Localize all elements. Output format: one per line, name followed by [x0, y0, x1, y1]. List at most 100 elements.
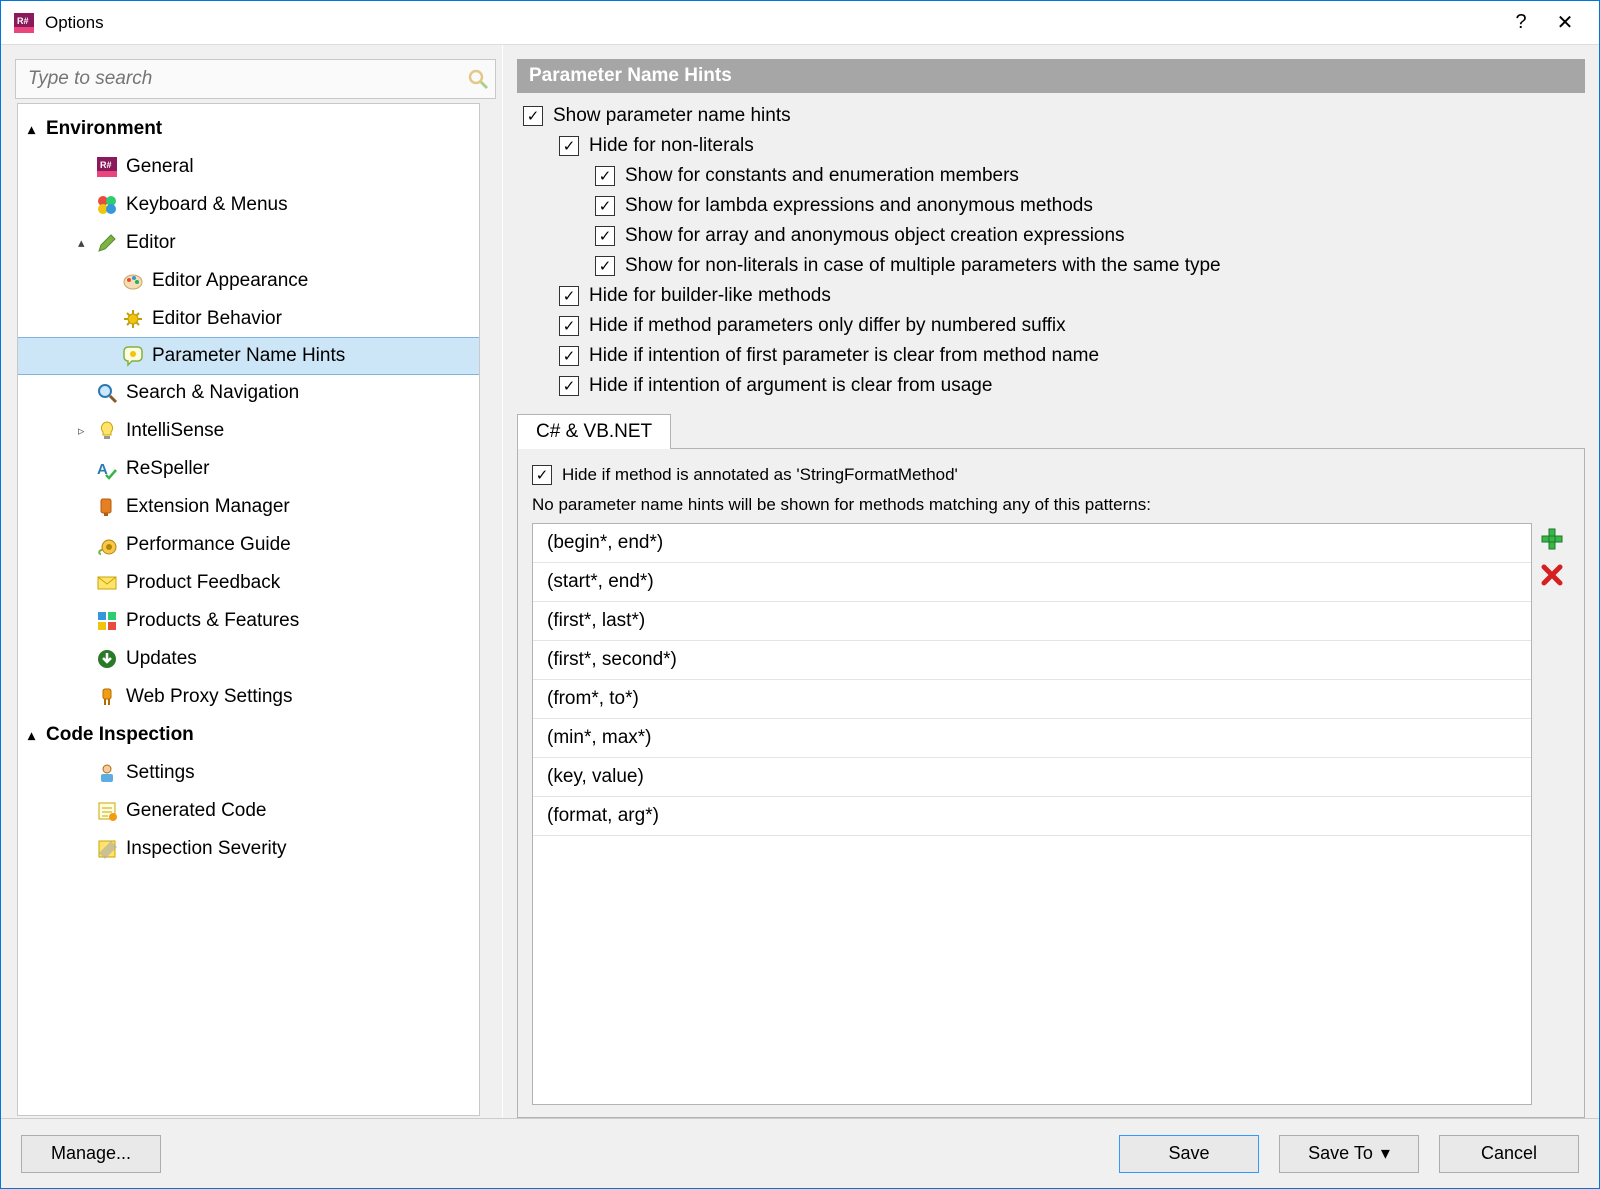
spell-icon: A	[96, 458, 118, 480]
checkbox-label: Hide if method parameters only differ by…	[589, 315, 1066, 337]
tree-item[interactable]: Updates	[18, 640, 479, 678]
tree-item-label: Updates	[126, 648, 197, 670]
expand-arrow-icon: ▴	[28, 121, 46, 138]
tree-item[interactable]: Editor Appearance	[18, 262, 479, 300]
remove-pattern-button[interactable]	[1540, 563, 1564, 587]
tree-item[interactable]: Generated Code	[18, 792, 479, 830]
tree-item-label: Environment	[46, 118, 162, 140]
tree-item-label: Inspection Severity	[126, 838, 287, 860]
pattern-row[interactable]: (format, arg*)	[533, 797, 1531, 836]
checkbox-option[interactable]: ✓ Show for constants and enumeration memb…	[595, 161, 1579, 191]
checkbox-option[interactable]: ✓Hide for non-literals	[559, 131, 1579, 161]
pattern-row[interactable]: (min*, max*)	[533, 719, 1531, 758]
tree-item-label: Product Feedback	[126, 572, 280, 594]
tab-strip: C# & VB.NET	[517, 413, 1585, 448]
add-pattern-button[interactable]	[1540, 527, 1564, 551]
tree-item[interactable]: Performance Guide	[18, 526, 479, 564]
pattern-row[interactable]: (first*, second*)	[533, 641, 1531, 680]
checkbox-icon: ✓	[595, 166, 615, 186]
tree-item[interactable]: A ReSpeller	[18, 450, 479, 488]
bulb-icon	[96, 420, 118, 442]
checkbox-icon: ✓	[559, 136, 579, 156]
patterns-list[interactable]: (begin*, end*)(start*, end*)(first*, las…	[532, 523, 1532, 1105]
checkbox-label: Show for non-literals in case of multipl…	[625, 255, 1221, 277]
window-title: Options	[45, 13, 104, 33]
search-box[interactable]	[15, 59, 496, 99]
checkbox-option[interactable]: ✓ Show for non-literals in case of multip…	[595, 251, 1579, 281]
checkbox-label: Show for array and anonymous object crea…	[625, 225, 1125, 247]
pattern-row[interactable]: (key, value)	[533, 758, 1531, 797]
tree-item[interactable]: Products & Features	[18, 602, 479, 640]
pattern-row[interactable]: (first*, last*)	[533, 602, 1531, 641]
page-title: Parameter Name Hints	[517, 59, 1585, 93]
options-tree[interactable]: ▴EnvironmentR#GeneralKeyboard & Menus▴Ed…	[17, 103, 480, 1116]
checkbox-label: Show for lambda expressions and anonymou…	[625, 195, 1093, 217]
checkbox-label: Show parameter name hints	[553, 105, 791, 127]
tree-item[interactable]: ▹IntelliSense	[18, 412, 479, 450]
save-button[interactable]: Save	[1119, 1135, 1259, 1173]
checkbox-option[interactable]: ✓ Hide for builder-like methods	[559, 281, 1579, 311]
tree-item-label: General	[126, 156, 194, 178]
tree-item-label: ReSpeller	[126, 458, 209, 480]
severity-icon	[96, 838, 118, 860]
checkbox-option[interactable]: ✓ Show for array and anonymous object cre…	[595, 221, 1579, 251]
close-button[interactable]: ✕	[1543, 1, 1587, 45]
pattern-row[interactable]: (start*, end*)	[533, 563, 1531, 602]
gear-icon	[122, 308, 144, 330]
checkbox-icon: ✓	[595, 226, 615, 246]
tree-item[interactable]: Editor Behavior	[18, 300, 479, 338]
patterns-intro: No parameter name hints will be shown fo…	[532, 495, 1570, 515]
tree-item[interactable]: Search & Navigation	[18, 374, 479, 412]
help-button[interactable]: ?	[1499, 1, 1543, 45]
expand-arrow-icon: ▴	[78, 235, 96, 251]
checkbox-icon: ✓	[532, 465, 552, 485]
tab-csharp-vbnet[interactable]: C# & VB.NET	[517, 414, 671, 449]
checkbox-option[interactable]: ✓ Hide if method parameters only differ b…	[559, 311, 1579, 341]
down-icon	[96, 648, 118, 670]
tree-item[interactable]: Extension Manager	[18, 488, 479, 526]
tree-item-label: IntelliSense	[126, 420, 224, 442]
grid-icon	[96, 610, 118, 632]
checkbox-icon: ✓	[595, 256, 615, 276]
tree-item-label: Search & Navigation	[126, 382, 299, 404]
checkbox-label: Hide for builder-like methods	[589, 285, 831, 307]
checkbox-option[interactable]: ✓Show parameter name hints	[523, 101, 1579, 131]
tree-item[interactable]: Settings	[18, 754, 479, 792]
checkbox-option[interactable]: ✓Hide if intention of argument is clear …	[559, 371, 1579, 401]
magnifier-icon	[96, 382, 118, 404]
cancel-button[interactable]: Cancel	[1439, 1135, 1579, 1173]
tree-item-label: Parameter Name Hints	[152, 345, 345, 367]
checkbox-option[interactable]: ✓Hide if intention of first parameter is…	[559, 341, 1579, 371]
snail-icon	[96, 534, 118, 556]
tree-item[interactable]: Product Feedback	[18, 564, 479, 602]
keyboard-icon	[96, 194, 118, 216]
pencil-icon	[96, 232, 118, 254]
tree-item[interactable]: ▴Code Inspection	[18, 716, 479, 754]
tree-item[interactable]: Inspection Severity	[18, 830, 479, 868]
search-icon	[467, 68, 489, 90]
save-to-button[interactable]: Save To▾	[1279, 1135, 1419, 1173]
tree-item[interactable]: R#General	[18, 148, 479, 186]
pattern-row[interactable]: (begin*, end*)	[533, 524, 1531, 563]
checkbox-icon: ✓	[559, 286, 579, 306]
tree-item-label: Products & Features	[126, 610, 299, 632]
tab-panel: ✓ Hide if method is annotated as 'String…	[517, 448, 1585, 1118]
checkbox-icon: ✓	[595, 196, 615, 216]
checkbox-string-format[interactable]: ✓ Hide if method is annotated as 'String…	[532, 461, 1570, 489]
hint-icon	[122, 345, 144, 367]
tree-item-label: Performance Guide	[126, 534, 291, 556]
manage-button[interactable]: Manage...	[21, 1135, 161, 1173]
tree-item[interactable]: Web Proxy Settings	[18, 678, 479, 716]
checkbox-label: Hide if intention of first parameter is …	[589, 345, 1099, 367]
pattern-row[interactable]: (from*, to*)	[533, 680, 1531, 719]
checkbox-label: Show for constants and enumeration membe…	[625, 165, 1019, 187]
tree-item[interactable]: Parameter Name Hints	[17, 337, 480, 375]
search-input[interactable]	[26, 67, 467, 91]
tree-item[interactable]: Keyboard & Menus	[18, 186, 479, 224]
tree-item[interactable]: ▴ Editor	[18, 224, 479, 262]
ext-icon	[96, 496, 118, 518]
checkbox-option[interactable]: ✓ Show for lambda expressions and anonymo…	[595, 191, 1579, 221]
checkbox-icon: ✓	[559, 316, 579, 336]
tree-item[interactable]: ▴Environment	[18, 110, 479, 148]
tree-item-label: Editor	[126, 232, 176, 254]
